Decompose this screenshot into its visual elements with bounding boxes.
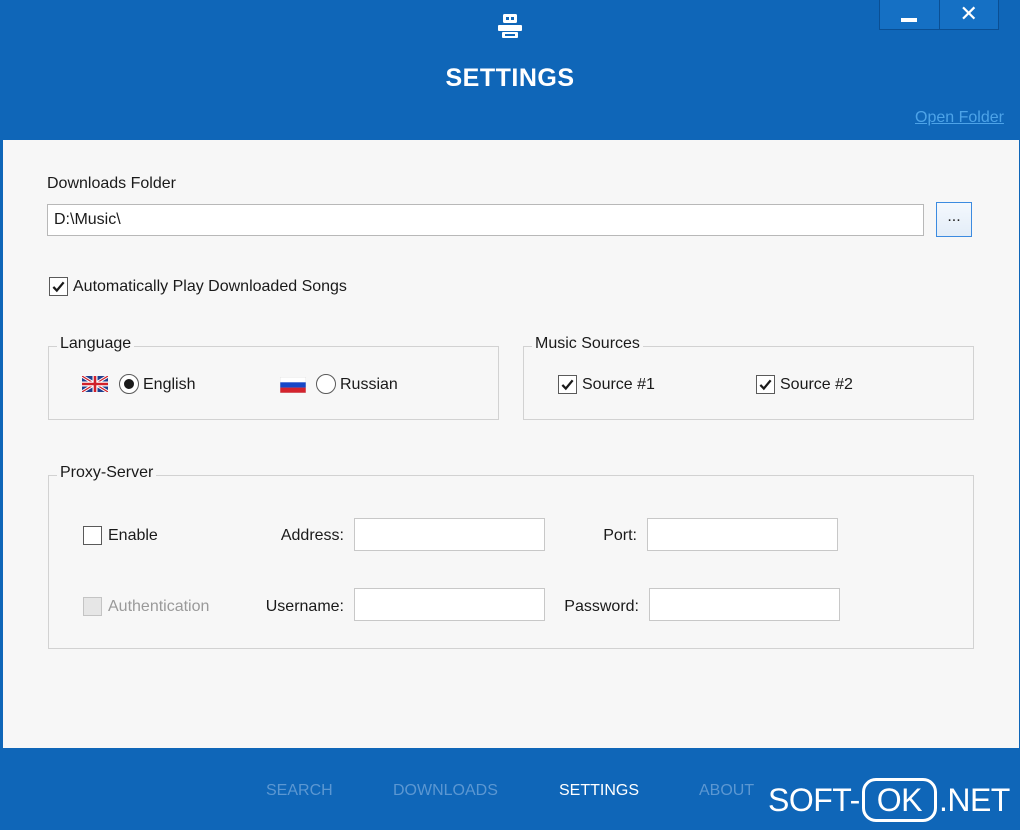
window-controls: ✕ bbox=[879, 0, 999, 30]
close-button[interactable]: ✕ bbox=[938, 0, 998, 29]
source-2-checkbox[interactable] bbox=[756, 375, 775, 394]
downloads-folder-input[interactable] bbox=[47, 204, 924, 236]
page-title: SETTINGS bbox=[445, 64, 575, 92]
app-window: SETTINGS ✕ Open Folder Downloads Folder … bbox=[0, 0, 1020, 830]
russia-flag-icon bbox=[280, 377, 306, 393]
language-russian-label[interactable]: Russian bbox=[340, 376, 398, 394]
auto-play-checkbox[interactable] bbox=[49, 277, 68, 296]
minimize-button[interactable] bbox=[880, 0, 939, 29]
nav-search[interactable]: SEARCH bbox=[266, 782, 333, 800]
auto-play-label[interactable]: Automatically Play Downloaded Songs bbox=[73, 278, 347, 296]
proxy-address-label: Address: bbox=[280, 527, 344, 544]
proxy-port-input[interactable] bbox=[647, 518, 838, 551]
proxy-enable-checkbox[interactable] bbox=[83, 526, 102, 545]
proxy-password-input[interactable] bbox=[649, 588, 840, 621]
music-sources-group: Music Sources Source #1 Source #2 bbox=[523, 335, 974, 420]
proxy-enable-label[interactable]: Enable bbox=[108, 527, 158, 545]
close-icon: ✕ bbox=[959, 0, 978, 26]
watermark-boxed: OK bbox=[861, 778, 937, 822]
browse-folder-button[interactable]: ... bbox=[936, 202, 972, 237]
language-group-title: Language bbox=[57, 335, 135, 353]
nav-settings[interactable]: SETTINGS bbox=[559, 782, 639, 800]
app-logo-icon bbox=[498, 14, 522, 38]
language-english-radio[interactable] bbox=[119, 374, 139, 394]
proxy-username-label: Username: bbox=[265, 598, 344, 615]
open-folder-link[interactable]: Open Folder bbox=[915, 109, 1004, 127]
nav-downloads[interactable]: DOWNLOADS bbox=[393, 782, 498, 800]
header: SETTINGS ✕ Open Folder bbox=[0, 0, 1020, 140]
uk-flag-icon bbox=[82, 376, 108, 392]
proxy-port-label: Port: bbox=[603, 527, 637, 544]
checkmark-icon bbox=[561, 379, 574, 391]
proxy-server-group-title: Proxy-Server bbox=[57, 464, 157, 482]
proxy-server-group: Proxy-Server Enable Address: Port: Authe… bbox=[48, 464, 974, 649]
proxy-username-input[interactable] bbox=[354, 588, 545, 621]
proxy-password-label: Password: bbox=[564, 598, 639, 615]
language-group: Language English Russian bbox=[48, 335, 499, 420]
source-2-label[interactable]: Source #2 bbox=[780, 376, 853, 394]
source-1-checkbox[interactable] bbox=[558, 375, 577, 394]
minimize-icon bbox=[901, 17, 918, 22]
checkmark-icon bbox=[52, 281, 65, 293]
proxy-authentication-label[interactable]: Authentication bbox=[108, 598, 209, 616]
nav-about[interactable]: ABOUT bbox=[699, 782, 754, 800]
proxy-authentication-checkbox[interactable] bbox=[83, 597, 102, 616]
downloads-folder-label: Downloads Folder bbox=[47, 175, 176, 192]
watermark-right: .NET bbox=[938, 781, 1010, 818]
bottom-nav: SEARCH DOWNLOADS SETTINGS ABOUT SOFT- OK… bbox=[0, 748, 1020, 830]
checkmark-icon bbox=[759, 379, 772, 391]
source-1-label[interactable]: Source #1 bbox=[582, 376, 655, 394]
watermark-left: SOFT- bbox=[768, 781, 860, 818]
watermark: SOFT- OK .NET bbox=[768, 778, 1010, 822]
music-sources-group-title: Music Sources bbox=[532, 335, 643, 353]
language-russian-radio[interactable] bbox=[316, 374, 336, 394]
language-english-label[interactable]: English bbox=[143, 376, 195, 394]
proxy-address-input[interactable] bbox=[354, 518, 545, 551]
settings-panel: Downloads Folder ... Automatically Play … bbox=[3, 140, 1019, 748]
